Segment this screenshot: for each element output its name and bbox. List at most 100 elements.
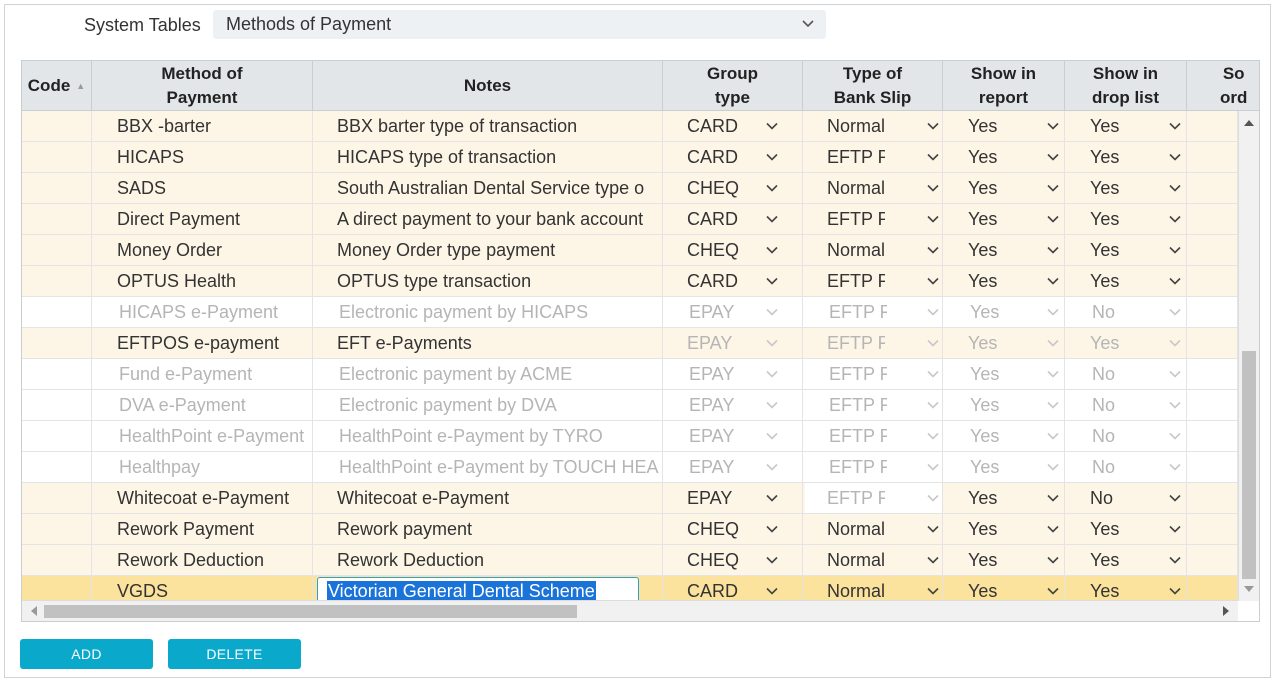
method-cell[interactable]: HICAPS e-Payment bbox=[92, 297, 313, 327]
bank-slip-dropdown[interactable]: Normal bbox=[803, 235, 943, 265]
show-in-report-dropdown[interactable]: Yes bbox=[943, 390, 1065, 420]
code-cell[interactable] bbox=[22, 390, 92, 420]
notes-edit-field[interactable]: Victorian General Dental Scheme bbox=[317, 577, 639, 601]
notes-cell[interactable]: A direct payment to your bank account bbox=[313, 204, 663, 234]
method-cell[interactable]: HICAPS bbox=[92, 142, 313, 172]
sort-order-cell[interactable] bbox=[1187, 452, 1238, 482]
notes-cell[interactable]: Electronic payment by HICAPS bbox=[313, 297, 663, 327]
bank-slip-dropdown[interactable]: Normal bbox=[803, 545, 943, 575]
code-cell[interactable] bbox=[22, 576, 92, 601]
group-type-dropdown[interactable]: EPAY bbox=[663, 483, 803, 513]
notes-cell[interactable]: OPTUS type transaction bbox=[313, 266, 663, 296]
add-button[interactable]: ADD bbox=[20, 639, 153, 669]
scroll-left-icon[interactable] bbox=[31, 606, 37, 616]
notes-cell[interactable]: HealthPoint e-Payment by TOUCH HEA bbox=[313, 452, 663, 482]
notes-cell[interactable]: South Australian Dental Service type o bbox=[313, 173, 663, 203]
method-cell[interactable]: Money Order bbox=[92, 235, 313, 265]
code-cell[interactable] bbox=[22, 266, 92, 296]
method-cell[interactable]: SADS bbox=[92, 173, 313, 203]
group-type-dropdown[interactable]: CHEQ bbox=[663, 514, 803, 544]
method-cell[interactable]: Direct Payment bbox=[92, 204, 313, 234]
notes-cell[interactable]: EFT e-Payments bbox=[313, 328, 663, 358]
show-in-drop-list-dropdown[interactable]: No bbox=[1065, 390, 1187, 420]
sort-order-cell[interactable] bbox=[1187, 514, 1238, 544]
bank-slip-dropdown[interactable]: Normal bbox=[803, 111, 943, 141]
show-in-drop-list-dropdown[interactable]: Yes bbox=[1065, 235, 1187, 265]
delete-button[interactable]: DELETE bbox=[168, 639, 301, 669]
show-in-drop-list-dropdown[interactable]: Yes bbox=[1065, 111, 1187, 141]
code-cell[interactable] bbox=[22, 142, 92, 172]
show-in-report-dropdown[interactable]: Yes bbox=[943, 204, 1065, 234]
show-in-drop-list-dropdown[interactable]: Yes bbox=[1065, 173, 1187, 203]
bank-slip-dropdown[interactable]: EFTP F bbox=[803, 421, 943, 451]
show-in-report-dropdown[interactable]: Yes bbox=[943, 266, 1065, 296]
group-type-dropdown[interactable]: EPAY bbox=[663, 328, 803, 358]
sort-order-cell[interactable] bbox=[1187, 142, 1238, 172]
code-cell[interactable] bbox=[22, 514, 92, 544]
method-cell[interactable]: Rework Payment bbox=[92, 514, 313, 544]
group-type-dropdown[interactable]: EPAY bbox=[663, 297, 803, 327]
sort-order-cell[interactable] bbox=[1187, 483, 1238, 513]
code-cell[interactable] bbox=[22, 235, 92, 265]
group-type-dropdown[interactable]: CHEQ bbox=[663, 173, 803, 203]
show-in-drop-list-dropdown[interactable]: Yes bbox=[1065, 576, 1187, 601]
table-row[interactable]: EFTPOS e-payment EFT e-Payments EPAY EFTP F… bbox=[22, 328, 1238, 359]
table-row[interactable]: Healthpay HealthPoint e-Payment by TOUCH … bbox=[22, 452, 1238, 483]
show-in-report-dropdown[interactable]: Yes bbox=[943, 483, 1065, 513]
code-cell[interactable] bbox=[22, 111, 92, 141]
column-header-code[interactable]: Code ▲ bbox=[22, 61, 92, 111]
code-cell[interactable] bbox=[22, 204, 92, 234]
show-in-report-dropdown[interactable]: Yes bbox=[943, 421, 1065, 451]
table-row[interactable]: HICAPS e-Payment Electronic payment by HI… bbox=[22, 297, 1238, 328]
code-cell[interactable] bbox=[22, 452, 92, 482]
column-header-show-in-drop-list[interactable]: Show in drop list bbox=[1065, 61, 1187, 111]
method-cell[interactable]: VGDS bbox=[92, 576, 313, 601]
notes-cell[interactable]: Rework Deduction bbox=[313, 545, 663, 575]
code-cell[interactable] bbox=[22, 297, 92, 327]
show-in-report-dropdown[interactable]: Yes bbox=[943, 297, 1065, 327]
sort-order-cell[interactable] bbox=[1187, 328, 1238, 358]
sort-order-cell[interactable] bbox=[1187, 576, 1238, 601]
sort-order-cell[interactable] bbox=[1187, 545, 1238, 575]
column-header-sort-order[interactable]: So ord bbox=[1187, 61, 1259, 111]
bank-slip-dropdown[interactable]: Normal bbox=[803, 514, 943, 544]
table-row[interactable]: BBX -barter BBX barter type of transactio… bbox=[22, 111, 1238, 142]
column-header-notes[interactable]: Notes bbox=[313, 61, 663, 111]
bank-slip-dropdown[interactable]: Normal bbox=[803, 576, 943, 601]
show-in-drop-list-dropdown[interactable]: Yes bbox=[1065, 545, 1187, 575]
sort-order-cell[interactable] bbox=[1187, 421, 1238, 451]
show-in-drop-list-dropdown[interactable]: No bbox=[1065, 359, 1187, 389]
show-in-drop-list-dropdown[interactable]: Yes bbox=[1065, 514, 1187, 544]
scroll-down-icon[interactable] bbox=[1244, 586, 1254, 592]
show-in-drop-list-dropdown[interactable]: No bbox=[1065, 297, 1187, 327]
column-header-show-in-report[interactable]: Show in report bbox=[943, 61, 1065, 111]
sort-order-cell[interactable] bbox=[1187, 111, 1238, 141]
bank-slip-dropdown[interactable]: EFTP F bbox=[803, 483, 943, 513]
code-cell[interactable] bbox=[22, 359, 92, 389]
notes-cell[interactable]: Electronic payment by ACME bbox=[313, 359, 663, 389]
notes-cell[interactable]: Victorian General Dental Scheme bbox=[313, 576, 663, 601]
show-in-drop-list-dropdown[interactable]: Yes bbox=[1065, 204, 1187, 234]
scroll-up-icon[interactable] bbox=[1244, 120, 1254, 126]
group-type-dropdown[interactable]: EPAY bbox=[663, 452, 803, 482]
table-row[interactable]: Rework Payment Rework payment CHEQ Normal Ye… bbox=[22, 514, 1238, 545]
method-cell[interactable]: BBX -barter bbox=[92, 111, 313, 141]
sort-order-cell[interactable] bbox=[1187, 204, 1238, 234]
code-cell[interactable] bbox=[22, 173, 92, 203]
show-in-report-dropdown[interactable]: Yes bbox=[943, 514, 1065, 544]
group-type-dropdown[interactable]: CARD bbox=[663, 111, 803, 141]
show-in-report-dropdown[interactable]: Yes bbox=[943, 235, 1065, 265]
table-row[interactable]: SADS South Australian Dental Service type… bbox=[22, 173, 1238, 204]
sort-order-cell[interactable] bbox=[1187, 235, 1238, 265]
show-in-report-dropdown[interactable]: Yes bbox=[943, 545, 1065, 575]
group-type-dropdown[interactable]: EPAY bbox=[663, 390, 803, 420]
show-in-drop-list-dropdown[interactable]: No bbox=[1065, 483, 1187, 513]
scroll-right-icon[interactable] bbox=[1223, 606, 1229, 616]
bank-slip-dropdown[interactable]: EFTP F bbox=[803, 452, 943, 482]
group-type-dropdown[interactable]: EPAY bbox=[663, 421, 803, 451]
horizontal-scrollbar[interactable] bbox=[22, 600, 1238, 621]
group-type-dropdown[interactable]: EPAY bbox=[663, 359, 803, 389]
notes-cell[interactable]: Electronic payment by DVA bbox=[313, 390, 663, 420]
show-in-drop-list-dropdown[interactable]: Yes bbox=[1065, 142, 1187, 172]
notes-cell[interactable]: Whitecoat e-Payment bbox=[313, 483, 663, 513]
